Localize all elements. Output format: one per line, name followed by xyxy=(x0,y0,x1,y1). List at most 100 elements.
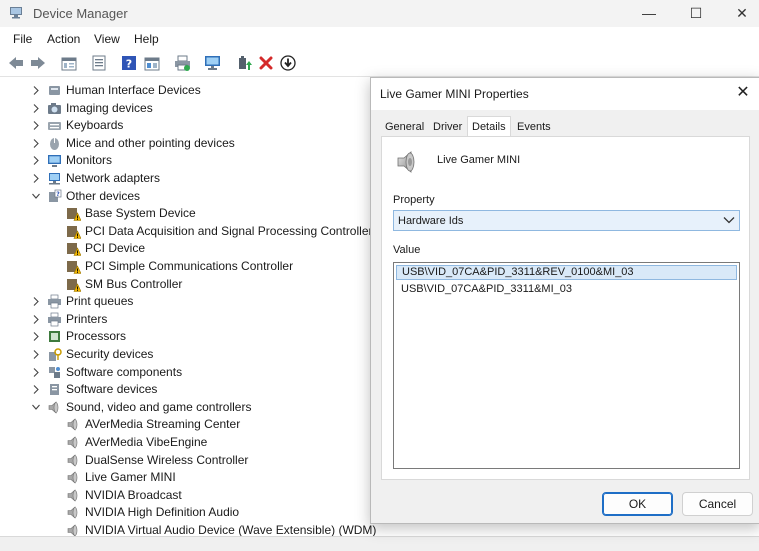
minimize-button[interactable]: — xyxy=(626,0,672,27)
tree-item-label: PCI Data Acquisition and Signal Processi… xyxy=(85,223,373,238)
dialog-close-button[interactable]: ✕ xyxy=(726,78,759,110)
tree-item-label: Human Interface Devices xyxy=(66,83,201,97)
chevron-right-icon[interactable] xyxy=(30,364,42,381)
tree-device[interactable]: Live Gamer MINI xyxy=(6,469,378,486)
chevron-right-icon[interactable] xyxy=(30,100,42,117)
tree-category[interactable]: Software devices xyxy=(6,381,378,398)
menu-help[interactable]: Help xyxy=(134,32,159,46)
tree-category[interactable]: Imaging devices xyxy=(6,100,378,117)
tree-device[interactable]: SM Bus Controller xyxy=(6,276,378,293)
chevron-right-icon[interactable] xyxy=(30,82,42,99)
software-device-icon xyxy=(50,384,59,396)
tree-category[interactable]: Mice and other pointing devices xyxy=(6,135,378,152)
tree-item-label: NVIDIA Virtual Audio Device (Wave Extens… xyxy=(85,523,377,536)
security-icon xyxy=(49,348,62,361)
tab-driver[interactable]: Driver xyxy=(429,118,466,136)
chevron-down-icon[interactable] xyxy=(30,188,42,205)
tree-device[interactable]: AVerMedia VibeEngine xyxy=(6,434,378,451)
tree-category[interactable]: Sound, video and game controllers xyxy=(6,399,378,416)
tree-item-label: AVerMedia Streaming Center xyxy=(85,417,241,432)
printer-icon xyxy=(48,312,61,327)
uninstall-icon[interactable] xyxy=(257,54,275,72)
tree-device[interactable]: PCI Simple Communications Controller xyxy=(6,258,378,275)
chevron-right-icon[interactable] xyxy=(30,135,42,152)
speaker-icon xyxy=(67,524,78,536)
tab-events[interactable]: Events xyxy=(513,118,555,136)
unknown-device-icon: ? xyxy=(49,189,62,202)
tree-item-label: Software components xyxy=(66,364,183,379)
chevron-right-icon[interactable] xyxy=(30,293,42,310)
tree-item-label: Printers xyxy=(66,311,108,326)
tree-category[interactable]: Software components xyxy=(6,364,378,381)
tree-device[interactable]: NVIDIA High Definition Audio xyxy=(6,504,378,521)
menu-file[interactable]: File xyxy=(13,32,32,46)
property-label: Property xyxy=(393,194,435,206)
tree-category[interactable]: Human Interface Devices xyxy=(6,82,378,99)
tree-item-label: Network adapters xyxy=(66,171,161,185)
tree-device[interactable]: NVIDIA Virtual Audio Device (Wave Extens… xyxy=(6,522,378,536)
processor-icon xyxy=(49,331,60,343)
cancel-button[interactable]: Cancel xyxy=(682,492,753,516)
tree-category[interactable]: Printers xyxy=(6,311,378,328)
chevron-right-icon[interactable] xyxy=(30,328,42,345)
dialog-title: Live Gamer MINI Properties xyxy=(380,87,529,101)
properties-icon[interactable] xyxy=(60,54,78,72)
tree-category[interactable]: Print queues xyxy=(6,293,378,310)
mouse-icon xyxy=(50,137,59,150)
menu-view[interactable]: View xyxy=(94,32,120,46)
speaker-icon xyxy=(67,453,78,467)
close-button[interactable]: ✕ xyxy=(719,0,759,27)
chevron-right-icon[interactable] xyxy=(30,117,42,134)
value-list-item[interactable]: USB\VID_07CA&PID_3311&MI_03 xyxy=(396,282,737,297)
device-manager-app-icon xyxy=(10,7,22,19)
chevron-right-icon[interactable] xyxy=(30,170,42,187)
value-list[interactable]: USB\VID_07CA&PID_3311&REV_0100&MI_03 USB… xyxy=(393,262,740,469)
property-dropdown[interactable]: Hardware Ids xyxy=(393,210,740,231)
chevron-right-icon[interactable] xyxy=(30,381,42,398)
download-icon[interactable] xyxy=(279,54,297,72)
tree-item-label: SM Bus Controller xyxy=(85,276,183,291)
tab-details[interactable]: Details xyxy=(467,116,511,138)
tab-general[interactable]: General xyxy=(381,118,428,136)
value-list-item[interactable]: USB\VID_07CA&PID_3311&REV_0100&MI_03 xyxy=(396,265,737,280)
ok-button[interactable]: OK xyxy=(602,492,673,516)
list-icon[interactable] xyxy=(90,54,108,72)
back-icon[interactable] xyxy=(7,54,25,72)
tree-device[interactable]: DualSense Wireless Controller xyxy=(6,452,378,469)
maximize-button[interactable]: ☐ xyxy=(673,0,719,27)
update-driver-icon[interactable] xyxy=(235,54,253,72)
view-icon[interactable] xyxy=(143,54,161,72)
tree-device[interactable]: PCI Device xyxy=(6,240,378,257)
tree-item-label: Security devices xyxy=(66,347,154,361)
tree-category[interactable]: ? Other devices xyxy=(6,188,378,205)
chevron-right-icon[interactable] xyxy=(30,311,42,328)
tree-device[interactable]: PCI Data Acquisition and Signal Processi… xyxy=(6,223,378,240)
menu-action[interactable]: Action xyxy=(47,32,80,46)
tree-item-label: Monitors xyxy=(66,153,113,168)
tree-item-label: Base System Device xyxy=(85,206,196,221)
tree-device[interactable]: AVerMedia Streaming Center xyxy=(6,416,378,433)
tree-device[interactable]: Base System Device xyxy=(6,205,378,222)
tree-item-label: AVerMedia VibeEngine xyxy=(85,435,208,449)
menu-bar: File Action View Help xyxy=(0,29,759,50)
component-icon xyxy=(49,366,60,378)
tree-item-label: Imaging devices xyxy=(66,100,153,115)
tree-category[interactable]: Network adapters xyxy=(6,170,378,187)
chevron-right-icon[interactable] xyxy=(30,346,42,363)
print-icon[interactable] xyxy=(173,54,191,72)
tree-device[interactable]: NVIDIA Broadcast xyxy=(6,487,378,504)
chevron-down-icon[interactable] xyxy=(30,399,42,416)
camera-icon xyxy=(48,102,61,114)
svg-text:?: ? xyxy=(56,191,60,198)
help-icon[interactable]: ? xyxy=(120,54,138,72)
tree-item-label: DualSense Wireless Controller xyxy=(85,452,249,467)
speaker-icon xyxy=(67,436,78,449)
forward-icon[interactable] xyxy=(29,54,47,72)
tree-category[interactable]: Keyboards xyxy=(6,117,378,134)
chevron-right-icon[interactable] xyxy=(30,152,42,169)
speaker-icon xyxy=(67,489,78,502)
tree-category[interactable]: Processors xyxy=(6,328,378,345)
monitor-icon[interactable] xyxy=(203,54,221,72)
tree-category[interactable]: Monitors xyxy=(6,152,378,169)
tree-category[interactable]: Security devices xyxy=(6,346,378,363)
